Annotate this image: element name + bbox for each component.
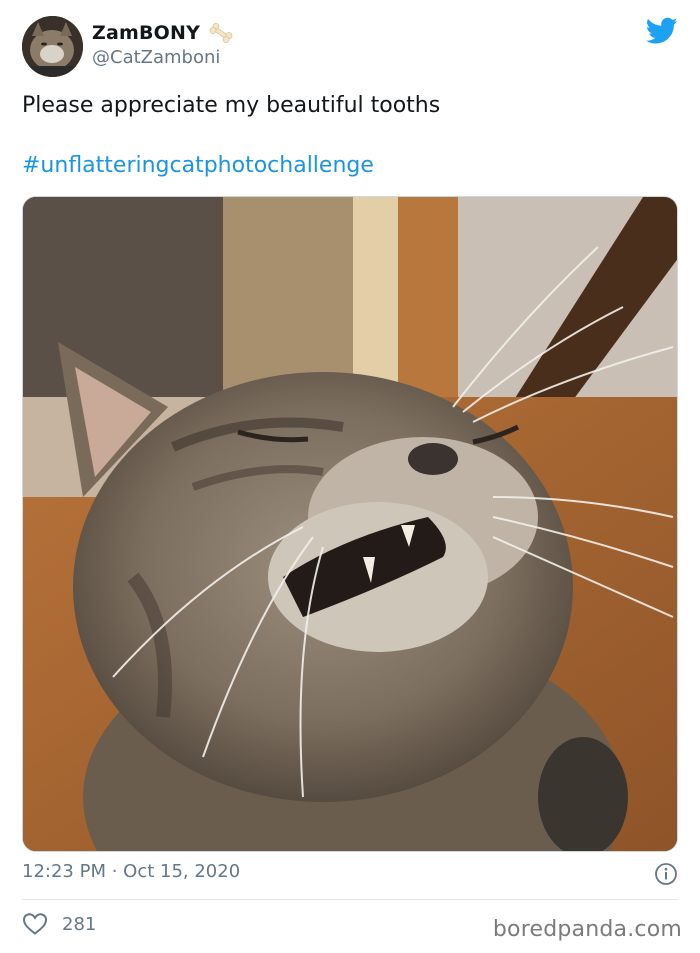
like-count: 281 (62, 913, 97, 935)
tweet-photo[interactable] (22, 196, 678, 852)
info-icon[interactable] (654, 862, 678, 886)
watermark: boredpanda.com (492, 917, 682, 942)
bone-icon (208, 22, 234, 44)
tweet-text: Please appreciate my beautiful tooths (22, 93, 441, 118)
heart-icon[interactable] (22, 912, 48, 936)
divider (22, 899, 678, 900)
author-display-name[interactable]: ZamBONY (92, 22, 200, 44)
twitter-bird-icon[interactable] (645, 17, 678, 45)
tweet-timestamp[interactable]: 12:23 PM · Oct 15, 2020 (22, 861, 240, 882)
like-button[interactable]: 281 (22, 912, 96, 936)
author-handle[interactable]: @CatZamboni (92, 47, 220, 68)
avatar[interactable] (22, 16, 83, 77)
author-name-row[interactable]: ZamBONY (92, 22, 234, 44)
tweet-card: ZamBONY @CatZamboni Please appreciate my… (0, 0, 700, 953)
hashtag-link[interactable]: #unflatteringcatphotochallenge (22, 151, 374, 181)
